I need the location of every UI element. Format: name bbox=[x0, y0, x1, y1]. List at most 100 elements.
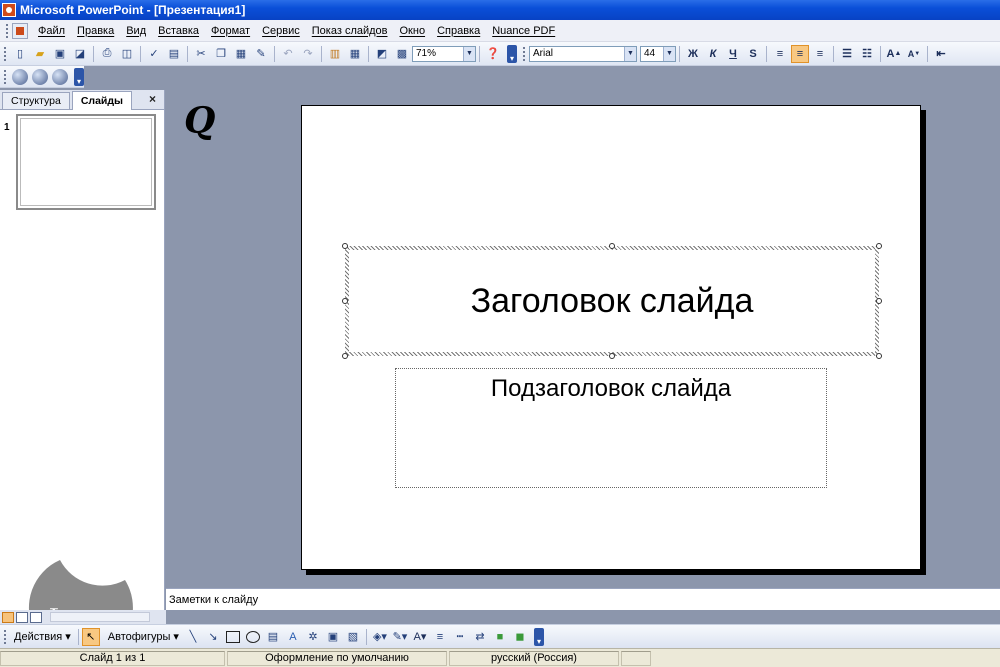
resize-handle[interactable] bbox=[876, 298, 882, 304]
menu-format[interactable]: Формат bbox=[205, 25, 256, 37]
text-box-icon[interactable]: ▤ bbox=[265, 629, 281, 645]
toolbar-grip[interactable] bbox=[6, 23, 9, 38]
font-name-combo[interactable]: Arial ▼ bbox=[529, 45, 637, 62]
menu-help[interactable]: Справка bbox=[431, 25, 486, 37]
actions-menu[interactable]: Действия ▾ bbox=[10, 630, 75, 643]
menu-insert[interactable]: Вставка bbox=[152, 25, 205, 37]
rectangle-icon[interactable] bbox=[225, 630, 240, 643]
bold-button[interactable]: Ж bbox=[684, 45, 702, 63]
slide-subtitle[interactable]: Подзаголовок слайда bbox=[491, 375, 731, 487]
previous-comment-icon[interactable] bbox=[12, 68, 28, 85]
subtitle-placeholder[interactable]: Подзаголовок слайда bbox=[395, 368, 827, 488]
font-color-icon[interactable]: A▾ bbox=[412, 629, 428, 645]
toolbar-grip[interactable] bbox=[523, 46, 526, 61]
slide-thumbnail[interactable] bbox=[16, 114, 156, 210]
notes-pane[interactable]: Заметки к слайду bbox=[166, 588, 1000, 610]
arrow-style-icon[interactable]: ⇄ bbox=[472, 629, 488, 645]
3d-style-icon[interactable]: ◼ bbox=[512, 629, 528, 645]
dash-style-icon[interactable]: ┅ bbox=[452, 629, 468, 645]
redo-icon[interactable]: ↷ bbox=[300, 46, 316, 62]
spelling-icon[interactable]: ✓ bbox=[146, 46, 162, 62]
arrow-icon[interactable]: ↘ bbox=[205, 629, 221, 645]
shadow-button[interactable]: S bbox=[744, 45, 762, 63]
align-center-icon[interactable]: ≡ bbox=[791, 44, 809, 63]
clipart-icon[interactable]: ▣ bbox=[325, 629, 341, 645]
color-grayscale-icon[interactable]: ◩ bbox=[374, 46, 390, 62]
resize-handle[interactable] bbox=[342, 353, 348, 359]
oval-icon[interactable] bbox=[245, 630, 260, 643]
insert-chart-icon[interactable]: ▥ bbox=[327, 46, 343, 62]
menu-view[interactable]: Вид bbox=[120, 25, 152, 37]
undo-icon[interactable]: ↶ bbox=[280, 46, 296, 62]
shadow-style-icon[interactable]: ■ bbox=[492, 629, 508, 645]
tab-outline[interactable]: Структура bbox=[2, 92, 70, 109]
increase-font-icon[interactable]: A ▲ bbox=[885, 45, 903, 63]
resize-handle[interactable] bbox=[342, 298, 348, 304]
paste-icon[interactable]: ▦ bbox=[233, 46, 249, 62]
resize-handle[interactable] bbox=[609, 243, 615, 249]
title-placeholder[interactable]: Заголовок слайда bbox=[345, 246, 879, 356]
slide-sorter-view-icon[interactable] bbox=[16, 611, 28, 623]
autoshapes-menu[interactable]: Автофигуры ▾ bbox=[104, 630, 183, 643]
slideshow-view-icon[interactable] bbox=[30, 611, 42, 623]
resize-handle[interactable] bbox=[876, 243, 882, 249]
toolbar-options-icon[interactable]: ▾ bbox=[74, 67, 84, 86]
format-painter-icon[interactable]: ✎ bbox=[253, 46, 269, 62]
help-icon[interactable]: ❓ bbox=[485, 46, 501, 62]
underline-button[interactable]: Ч bbox=[724, 45, 742, 63]
toolbar-grip[interactable] bbox=[4, 629, 7, 644]
decrease-indent-icon[interactable]: ⇤ bbox=[932, 45, 950, 63]
numbered-list-icon[interactable]: ☰ bbox=[838, 45, 856, 63]
reviewing-pane-icon[interactable] bbox=[52, 68, 68, 85]
horizontal-scrollbar[interactable] bbox=[50, 612, 150, 622]
print-preview-icon[interactable]: ◫ bbox=[119, 46, 135, 62]
font-size-combo[interactable]: 44 ▼ bbox=[640, 45, 676, 62]
resize-handle[interactable] bbox=[342, 243, 348, 249]
research-icon[interactable]: ▤ bbox=[166, 46, 182, 62]
document-menu-icon[interactable] bbox=[12, 22, 28, 39]
open-folder-icon[interactable]: ▰ bbox=[32, 46, 48, 62]
zoom-combo[interactable]: 71% ▼ bbox=[412, 45, 476, 62]
copy-icon[interactable]: ❐ bbox=[213, 46, 229, 62]
toolbar-grip[interactable] bbox=[4, 69, 7, 84]
diagram-icon[interactable]: ✲ bbox=[305, 629, 321, 645]
save-icon[interactable]: ▣ bbox=[52, 46, 68, 62]
close-icon[interactable]: × bbox=[149, 92, 156, 106]
chevron-down-icon[interactable]: ▼ bbox=[663, 46, 675, 61]
slide-title[interactable]: Заголовок слайда bbox=[349, 250, 875, 352]
next-comment-icon[interactable] bbox=[32, 68, 48, 85]
wordart-icon[interactable]: A bbox=[285, 629, 301, 645]
insert-picture-icon[interactable]: ▧ bbox=[345, 629, 361, 645]
align-left-icon[interactable]: ≡ bbox=[771, 45, 789, 63]
show-grid-icon[interactable]: ▩ bbox=[394, 46, 410, 62]
bulleted-list-icon[interactable]: ☷ bbox=[858, 45, 876, 63]
tab-slides[interactable]: Слайды bbox=[71, 91, 133, 110]
menu-tools[interactable]: Сервис bbox=[256, 25, 306, 37]
cut-icon[interactable]: ✂ bbox=[193, 46, 209, 62]
new-document-icon[interactable]: ▯ bbox=[12, 46, 28, 62]
resize-handle[interactable] bbox=[609, 353, 615, 359]
print-icon[interactable]: ⎙ bbox=[99, 46, 115, 62]
italic-button[interactable]: К bbox=[704, 45, 722, 63]
menu-slideshow[interactable]: Показ слайдов bbox=[306, 25, 394, 37]
permission-icon[interactable]: ◪ bbox=[72, 46, 88, 62]
line-icon[interactable]: ╲ bbox=[185, 629, 201, 645]
normal-view-icon[interactable] bbox=[2, 611, 14, 623]
toolbar-options-icon[interactable]: ▾ bbox=[507, 44, 517, 63]
menu-nuance-pdf[interactable]: Nuance PDF bbox=[486, 25, 561, 37]
menu-window[interactable]: Окно bbox=[394, 25, 432, 37]
toolbar-options-icon[interactable]: ▾ bbox=[533, 627, 544, 646]
toolbar-grip[interactable] bbox=[4, 46, 7, 61]
chevron-down-icon[interactable]: ▼ bbox=[463, 46, 475, 61]
menu-file[interactable]: Файл bbox=[32, 25, 71, 37]
chevron-down-icon[interactable]: ▼ bbox=[624, 46, 636, 61]
line-color-icon[interactable]: ✎▾ bbox=[392, 629, 408, 645]
slide-canvas[interactable]: Заголовок слайда Подзаголовок слайда bbox=[301, 105, 921, 570]
menu-edit[interactable]: Правка bbox=[71, 25, 120, 37]
resize-handle[interactable] bbox=[876, 353, 882, 359]
fill-color-icon[interactable]: ◈▾ bbox=[372, 629, 388, 645]
insert-table-icon[interactable]: ▦ bbox=[347, 46, 363, 62]
line-style-icon[interactable]: ≡ bbox=[432, 629, 448, 645]
select-objects-icon[interactable]: ↖ bbox=[81, 627, 100, 646]
align-right-icon[interactable]: ≡ bbox=[811, 45, 829, 63]
